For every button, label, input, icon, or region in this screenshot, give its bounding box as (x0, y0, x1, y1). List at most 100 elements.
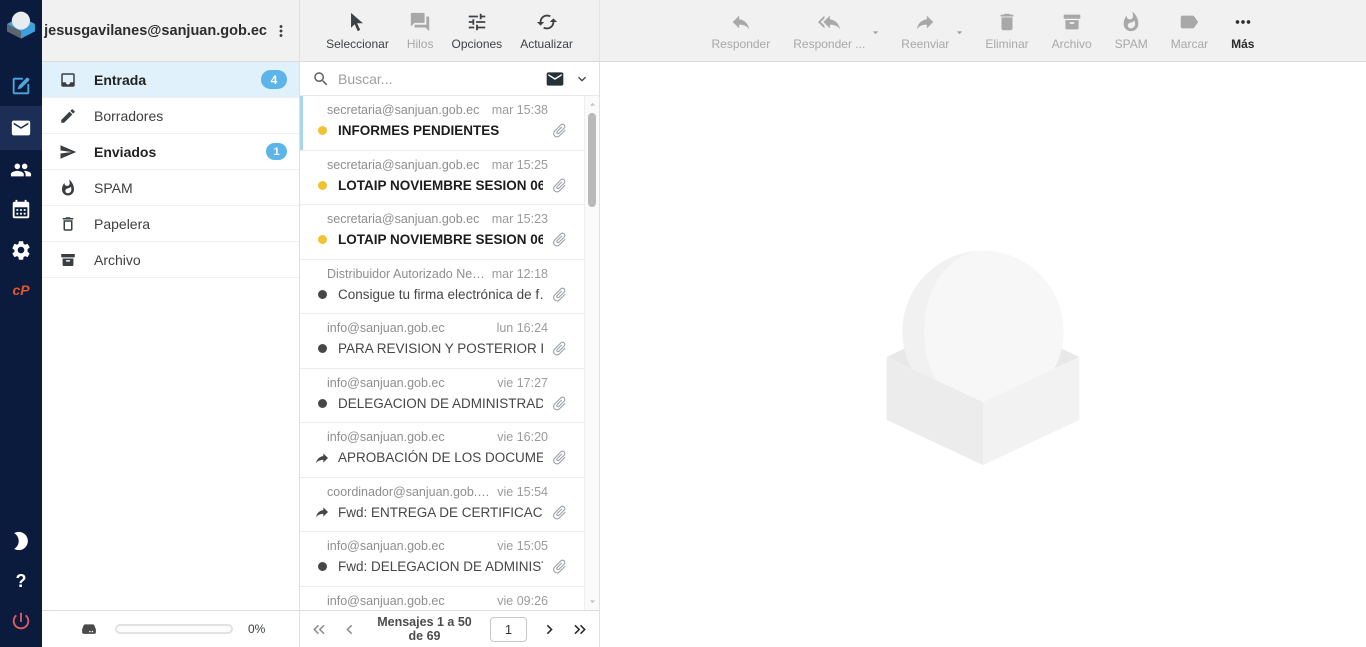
toolbar-button-label: Eliminar (985, 37, 1028, 51)
toolbar-button-marcar: Marcar (1169, 11, 1210, 51)
folder-item-papelera[interactable]: Papelera (42, 206, 299, 242)
quota-percent: 0% (248, 622, 265, 636)
scroll-down-icon[interactable] (586, 595, 599, 608)
contacts-button[interactable] (0, 150, 42, 190)
folder-item-archivo[interactable]: Archivo (42, 242, 299, 278)
folder-item-borradores[interactable]: Borradores (42, 98, 299, 134)
help-button[interactable]: ? (0, 561, 42, 601)
more-icon (1232, 11, 1254, 33)
message-row[interactable]: secretaria@sanjuan.gob.ec mar 15:25 LOTAIP… (300, 151, 584, 206)
message-time: mar 15:38 (492, 103, 548, 117)
gear-icon (10, 239, 32, 261)
folder-item-spam[interactable]: SPAM (42, 170, 299, 206)
message-sender: coordinador@sanjuan.gob.… (327, 485, 489, 499)
paperclip-icon (551, 395, 568, 412)
message-time: vie 09:26 (497, 594, 548, 608)
message-row[interactable]: secretaria@sanjuan.gob.ecmar 15:38INFORM… (300, 96, 584, 151)
scrollbar[interactable] (584, 96, 599, 610)
quota-progress-bar (115, 624, 233, 634)
toolbar-button-label: SPAM (1115, 37, 1148, 51)
message-row[interactable]: coordinador@sanjuan.gob.…vie 15:54Fwd: E… (300, 478, 584, 533)
toolbar-button-label: Hilos (407, 37, 434, 51)
folder-label: Enviados (94, 144, 156, 160)
message-time: mar 15:25 (492, 158, 548, 172)
read-dot (318, 562, 327, 571)
kebab-menu-icon[interactable] (272, 22, 290, 40)
caret-down-icon[interactable] (869, 26, 882, 39)
message-subject: DELEGACION DE ADMINISTRADO… (338, 396, 543, 411)
message-row[interactable]: info@sanjuan.gob.ecvie 16:20APROBACIÓN D… (300, 423, 584, 478)
toolbar-button-hilos: Hilos (405, 11, 436, 51)
message-subject: Fwd: DELEGACION DE ADMINIST… (338, 559, 543, 574)
toolbar-button-label: Seleccionar (326, 37, 389, 51)
toolbar-button-actualizar[interactable]: Actualizar (518, 11, 575, 51)
content-columns: secretaria@sanjuan.gob.ec mar 15:38 INFORM… (300, 62, 1366, 647)
trash-icon (996, 11, 1018, 33)
cpanel-icon: cP (12, 282, 29, 298)
message-row[interactable]: info@sanjuan.gob.eclun 16:24PARA REVISIO… (300, 314, 584, 369)
message-subject: Consigue tu firma electrónica de f… (338, 287, 543, 302)
scroll-up-icon[interactable] (586, 98, 599, 111)
message-sender: info@sanjuan.gob.ec (327, 376, 445, 390)
folder-item-enviados[interactable]: Enviados1 (42, 134, 299, 170)
prev-page-button (340, 620, 359, 639)
mail-source-icon[interactable] (544, 69, 566, 89)
send-icon (59, 143, 77, 161)
flame-icon (1120, 11, 1142, 33)
settings-button[interactable] (0, 230, 42, 270)
unread-dot (318, 235, 327, 244)
message-sender: info@sanjuan.gob.ec (327, 594, 445, 608)
toolbar-button-más[interactable]: Más (1229, 11, 1256, 51)
message-subject: INFORMES PENDIENTES (338, 123, 543, 138)
unread-count-badge: 4 (261, 70, 287, 89)
compose-button[interactable] (0, 66, 42, 106)
toolbar-button-label: Actualizar (520, 37, 573, 51)
folder-label: SPAM (94, 180, 133, 196)
logout-button[interactable] (0, 601, 42, 641)
message-row[interactable]: Distribuidor Autorizado Ne…mar 12:18Cons… (300, 260, 584, 315)
quota-bar: 0% (42, 610, 299, 647)
page-number-input[interactable] (490, 617, 527, 642)
mail-button[interactable] (0, 106, 42, 150)
read-dot (318, 344, 327, 353)
toolbar-button-opciones[interactable]: Opciones (449, 11, 504, 51)
chevron-down-icon[interactable] (574, 71, 590, 87)
last-page-button[interactable] (570, 620, 589, 639)
toolbar: SeleccionarHilosOpcionesActualizar Respo… (300, 0, 1366, 62)
toolbar-button-label: Archivo (1052, 37, 1092, 51)
search-input[interactable] (338, 71, 536, 87)
calendar-button[interactable] (0, 190, 42, 230)
message-list-body: secretaria@sanjuan.gob.ec mar 15:38 INFORM… (300, 96, 599, 610)
help-icon: ? (16, 571, 27, 592)
paperclip-icon (551, 449, 568, 466)
folder-item-entrada[interactable]: Entrada 4 (42, 62, 299, 98)
message-subject: LOTAIP NOVIEMBRE SESION 061 (338, 232, 543, 247)
app-watermark-logo (865, 237, 1101, 473)
message-time: lun 16:24 (497, 321, 548, 335)
scrollbar-thumb[interactable] (588, 113, 596, 207)
message-time: vie 15:54 (497, 485, 548, 499)
message-row[interactable]: info@sanjuan.gob.ecvie 15:05Fwd: DELEGAC… (300, 532, 584, 587)
message-subject: LOTAIP NOVIEMBRE SESION 062 (338, 178, 543, 193)
message-row[interactable]: info@sanjuan.gob.ec vie 09:26 (300, 587, 584, 611)
paperclip-icon (551, 231, 568, 248)
tag-icon (1178, 11, 1200, 33)
folder-label: Entrada (94, 72, 146, 88)
message-sender: secretaria@sanjuan.gob.ec (327, 158, 479, 172)
message-row[interactable]: info@sanjuan.gob.ecvie 17:27DELEGACION D… (300, 369, 584, 424)
message-subject: PARA REVISION Y POSTERIOR PU… (338, 341, 543, 356)
dark-mode-button[interactable] (0, 521, 42, 561)
app-logo[interactable] (0, 2, 42, 46)
toolbar-button-seleccionar[interactable]: Seleccionar (324, 11, 391, 51)
message-row[interactable]: secretaria@sanjuan.gob.ecmar 15:23LOTAIP… (300, 205, 584, 260)
cpanel-button[interactable]: cP (0, 270, 42, 310)
folder-label: Papelera (94, 216, 150, 232)
message-subject: APROBACIÓN DE LOS DOCUMEN… (338, 450, 543, 465)
storage-drive-icon (78, 620, 100, 639)
account-header[interactable]: jesusgavilanes@sanjuan.gob.ec (42, 0, 299, 62)
sliders-icon (466, 11, 488, 33)
folder-list: Entrada 4 BorradoresEnviados1 SPAM Papelera A… (42, 62, 299, 278)
forward-icon (914, 11, 936, 33)
next-page-button[interactable] (540, 620, 559, 639)
caret-down-icon[interactable] (953, 26, 966, 39)
